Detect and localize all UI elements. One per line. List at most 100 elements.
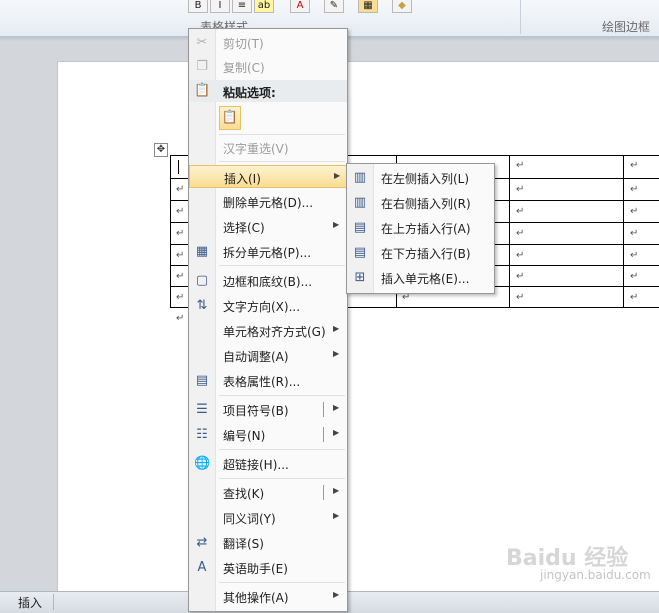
menu-item-label: 超链接(H)... (223, 458, 289, 472)
menu-separator (219, 478, 345, 479)
menu-item-label: 边框和底纹(B)... (223, 275, 313, 289)
submenu-arrow-icon: ▶ (333, 590, 340, 599)
bold-button[interactable]: B (188, 0, 208, 13)
menu-item-borders-shading[interactable]: ▢ 边框和底纹(B)... (189, 269, 347, 292)
menu-separator (219, 134, 345, 135)
menu-item-label: 英语助手(E) (223, 562, 288, 576)
context-menu: ✂ 剪切(T) ❐ 复制(C) 📋 粘贴选项: 📋 汉字重选(V) 插入(I) … (188, 28, 348, 612)
clipboard-icon: 📋 (221, 110, 239, 125)
insert-mode-indicator[interactable]: 插入 (18, 594, 42, 611)
italic-button[interactable]: I (210, 0, 230, 13)
menu-item-numbering[interactable]: ☷ 编号(N) ▶ (189, 423, 347, 446)
submenu-arrow-icon: ▶ (333, 349, 340, 358)
menu-separator (219, 449, 345, 450)
submenu-item-insert-row-below[interactable]: ▤ 在下方插入行(B) (347, 241, 494, 264)
pen-button[interactable]: ✎ (324, 0, 344, 13)
menu-item-label: 项目符号(B) (223, 404, 289, 418)
menu-item-bullets[interactable]: ☰ 项目符号(B) ▶ (189, 398, 347, 421)
text-direction-icon: ⇅ (196, 298, 208, 313)
submenu-arrow-icon[interactable]: ▶ (333, 428, 339, 437)
menu-separator (219, 582, 345, 583)
menu-item-other-actions[interactable]: 其他操作(A) ▶ (189, 585, 347, 608)
menu-item-label: 拆分单元格(P)... (223, 246, 312, 260)
paste-icon: 📋 (194, 83, 211, 98)
menu-item-english-assistant[interactable]: A 英语助手(E) (189, 556, 347, 579)
align-button[interactable]: ≡ (232, 0, 252, 13)
paragraph-mark: ↵ (176, 184, 185, 195)
submenu-item-insert-row-above[interactable]: ▤ 在上方插入行(A) (347, 216, 494, 239)
menu-item-translate[interactable]: ⇄ 翻译(S) (189, 531, 347, 554)
paragraph-mark: ↵ (176, 206, 185, 217)
paragraph-mark: ↵ (630, 271, 639, 282)
table-button[interactable]: ▦ (358, 0, 378, 13)
paragraph-mark: ↵ (630, 160, 639, 171)
group-label-draw-borders: 绘图边框 (602, 20, 651, 34)
numbering-icon: ☷ (196, 427, 208, 442)
menu-item-text-direction[interactable]: ⇅ 文字方向(X)... (189, 294, 347, 317)
paste-options-label: 粘贴选项: (223, 86, 276, 100)
paragraph-mark: ↵ (516, 292, 525, 303)
table-line (170, 155, 171, 308)
menu-item-copy[interactable]: ❐ 复制(C) (189, 55, 347, 78)
bullets-icon: ☰ (196, 402, 208, 417)
highlight-button[interactable]: ab (254, 0, 274, 13)
submenu-item-insert-column-right[interactable]: ▥ 在右侧插入列(R) (347, 191, 494, 214)
menu-item-insert[interactable]: 插入(I) ▶ (189, 165, 347, 188)
shading-button[interactable]: ◆ (392, 0, 412, 13)
hyperlink-icon: 🌐 (194, 456, 211, 471)
baidu-watermark-url: jingyan.baidu.com (540, 568, 651, 582)
menu-item-cut[interactable]: ✂ 剪切(T) (189, 31, 347, 54)
submenu-arrow-icon[interactable]: ▶ (333, 486, 339, 495)
menu-item-label: 在右侧插入列(R) (381, 197, 471, 211)
scissors-icon: ✂ (196, 35, 208, 50)
table-move-handle-icon[interactable]: ✥ (154, 143, 168, 157)
menu-item-hyperlink[interactable]: 🌐 超链接(H)... (189, 452, 347, 475)
paste-keep-text-button[interactable]: 📋 (219, 106, 241, 130)
paragraph-mark: ↵ (516, 206, 525, 217)
paragraph-mark: ↵ (630, 206, 639, 217)
paragraph-mark: ↵ (176, 228, 185, 239)
menu-item-autofit[interactable]: 自动调整(A) ▶ (189, 344, 347, 367)
paragraph-mark: ↵ (176, 250, 185, 261)
text-caret (178, 160, 179, 174)
paragraph-mark: ↵ (176, 292, 185, 303)
insert-cells-icon: ⊞ (354, 270, 366, 285)
menu-item-label: 剪切(T) (223, 37, 264, 51)
menu-item-cell-alignment[interactable]: 单元格对齐方式(G) ▶ (189, 319, 347, 342)
menu-item-select[interactable]: 选择(C) ▶ (189, 215, 347, 238)
translate-icon: ⇄ (196, 535, 208, 550)
status-separator (53, 594, 54, 610)
submenu-item-insert-cells[interactable]: ⊞ 插入单元格(E)... (347, 266, 494, 289)
submenu-item-insert-column-left[interactable]: ▥ 在左侧插入列(L) (347, 166, 494, 189)
menu-item-label: 编号(N) (223, 429, 266, 443)
table-line (509, 155, 510, 308)
split-separator (323, 402, 324, 417)
paragraph-mark: ↵ (516, 250, 525, 261)
menu-item-split-cells[interactable]: ▦ 拆分单元格(P)... (189, 240, 347, 263)
menu-item-label: 同义词(Y) (223, 512, 276, 526)
menu-separator (219, 395, 345, 396)
copy-icon: ❐ (196, 59, 208, 74)
submenu-arrow-icon[interactable]: ▶ (333, 403, 339, 412)
document-page[interactable] (57, 61, 659, 593)
insert-column-right-icon: ▥ (353, 195, 367, 210)
menu-item-label: 在左侧插入列(L) (381, 172, 470, 186)
menu-item-synonyms[interactable]: 同义词(Y) ▶ (189, 506, 347, 529)
paste-options-header: 📋 粘贴选项: (189, 80, 347, 102)
split-separator (323, 427, 324, 442)
menu-item-find[interactable]: 查找(K) ▶ (189, 481, 347, 504)
split-separator (323, 485, 324, 500)
menu-separator (219, 265, 345, 266)
menu-item-reconvert[interactable]: 汉字重选(V) (189, 136, 347, 159)
menu-item-table-properties[interactable]: ▤ 表格属性(R)... (189, 369, 347, 392)
paragraph-mark: ↵ (516, 184, 525, 195)
menu-item-delete-cells[interactable]: 删除单元格(D)... (189, 190, 347, 213)
paragraph-mark: ↵ (630, 184, 639, 195)
table-properties-icon: ▤ (195, 373, 209, 388)
font-color-button[interactable]: A (290, 0, 310, 13)
menu-item-label: 复制(C) (223, 61, 265, 75)
split-cells-icon: ▦ (195, 244, 209, 259)
english-assistant-icon: A (197, 560, 207, 575)
menu-item-label: 单元格对齐方式(G) (223, 325, 326, 339)
paragraph-mark: ↵ (176, 271, 185, 282)
